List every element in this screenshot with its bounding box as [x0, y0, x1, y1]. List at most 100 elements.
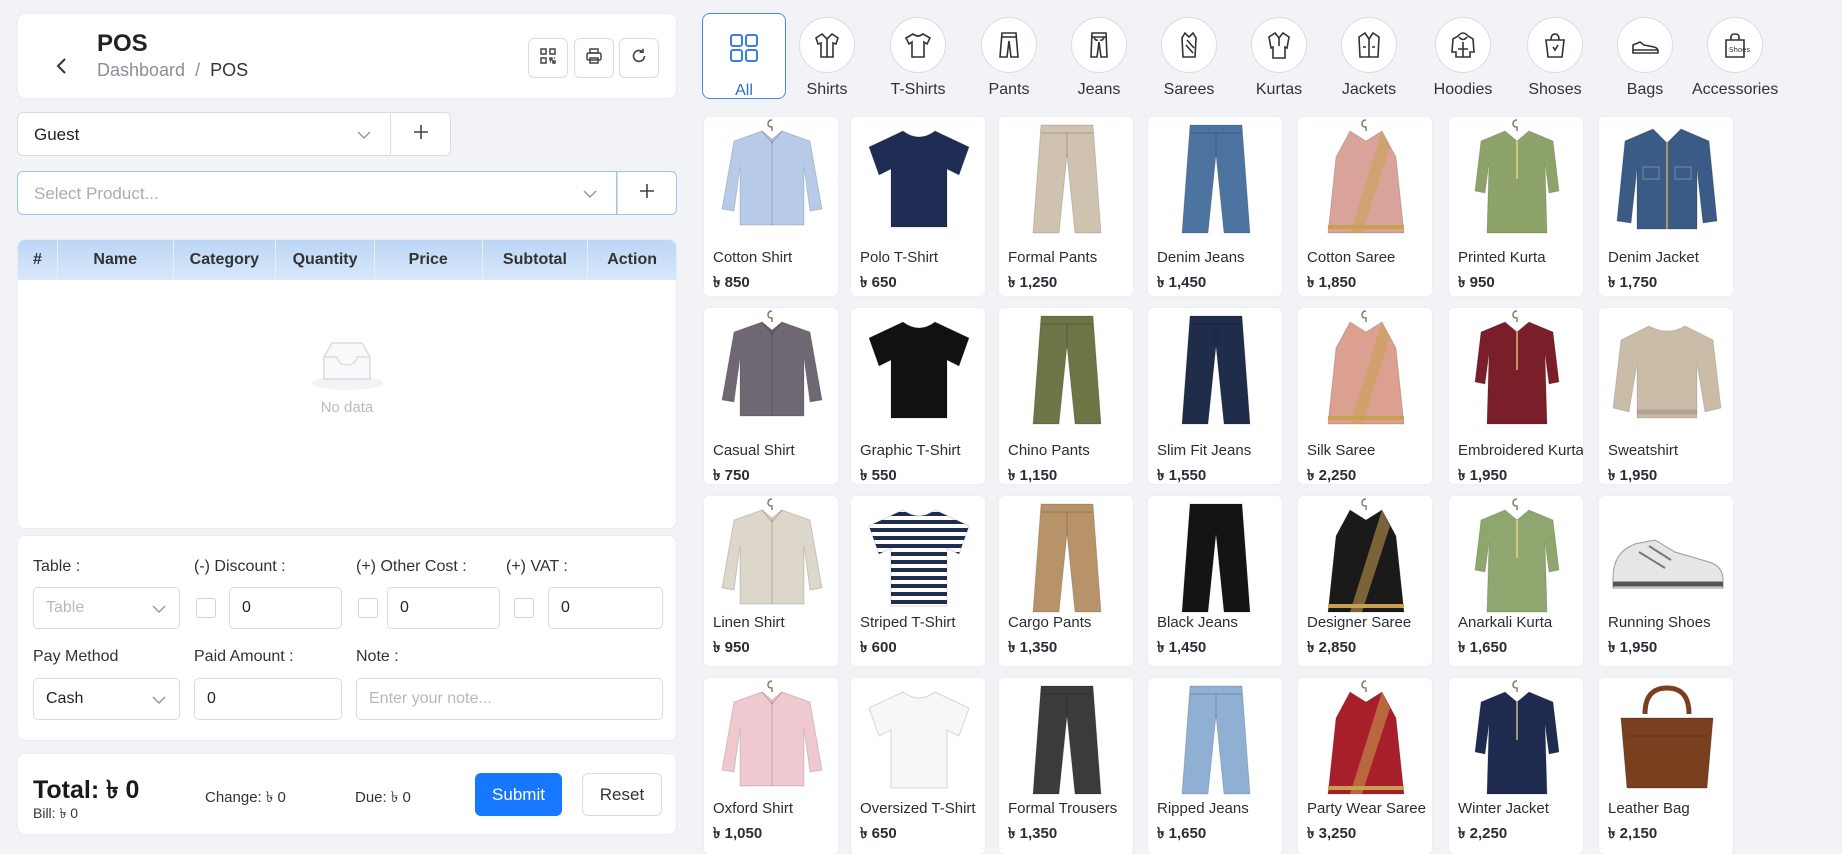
- customer-select-value: Guest: [34, 125, 80, 144]
- pay-method-select[interactable]: Cash: [33, 678, 180, 720]
- vat-input[interactable]: 0: [548, 587, 663, 629]
- product-card[interactable]: Chino Pants ৳ 1,150: [998, 307, 1134, 485]
- product-card[interactable]: Leather Bag ৳ 2,150: [1598, 677, 1734, 854]
- reset-button[interactable]: Reset: [582, 773, 662, 816]
- product-card[interactable]: Winter Jacket ৳ 2,250: [1448, 677, 1584, 854]
- product-card[interactable]: Sweatshirt ৳ 1,950: [1598, 307, 1734, 485]
- product-card[interactable]: Designer Saree ৳ 2,850: [1297, 495, 1433, 667]
- category-hoodies[interactable]: Hoodies: [1420, 13, 1506, 101]
- product-price: ৳ 1,850: [1307, 274, 1357, 291]
- product-image: [1298, 117, 1432, 237]
- product-image: [1599, 117, 1733, 237]
- product-card[interactable]: Graphic T-Shirt ৳ 550: [850, 307, 986, 485]
- product-name: Linen Shirt: [713, 614, 785, 631]
- pants-icon: [981, 17, 1037, 73]
- category-all[interactable]: All: [702, 13, 786, 99]
- product-card[interactable]: Embroidered Kurta ৳ 1,950: [1448, 307, 1584, 485]
- discount-input[interactable]: 0: [229, 587, 342, 629]
- qr-code-button[interactable]: [528, 38, 568, 78]
- product-card[interactable]: Printed Kurta ৳ 950: [1448, 116, 1584, 297]
- category-jackets[interactable]: Jackets: [1326, 13, 1412, 101]
- product-card[interactable]: Running Shoes ৳ 1,950: [1598, 495, 1734, 667]
- print-button[interactable]: [574, 38, 614, 78]
- refresh-button[interactable]: [619, 38, 659, 78]
- accessories-bag-icon: Shoes: [1707, 17, 1763, 73]
- category-jeans[interactable]: Jeans: [1056, 13, 1142, 101]
- product-image: [1298, 496, 1432, 613]
- product-select[interactable]: Select Product...: [17, 171, 617, 215]
- product-name: Denim Jacket: [1608, 249, 1699, 266]
- other-cost-label: (+) Other Cost :: [356, 558, 467, 575]
- product-name: Cotton Shirt: [713, 249, 793, 266]
- product-card[interactable]: Slim Fit Jeans ৳ 1,550: [1147, 307, 1283, 485]
- product-name: Running Shoes: [1608, 614, 1711, 631]
- category-t-shirts[interactable]: T-Shirts: [875, 13, 961, 101]
- product-price: ৳ 1,750: [1608, 274, 1658, 291]
- product-image: [1599, 496, 1733, 606]
- hoodie-icon: [1435, 17, 1491, 73]
- product-image: [1449, 496, 1583, 613]
- breadcrumb-dashboard[interactable]: Dashboard: [97, 60, 185, 80]
- product-price: ৳ 1,650: [1157, 825, 1207, 842]
- product-card[interactable]: Formal Pants ৳ 1,250: [998, 116, 1134, 297]
- product-card[interactable]: Polo T-Shirt ৳ 650: [850, 116, 986, 297]
- note-label: Note :: [356, 648, 399, 665]
- chevron-down-icon: [356, 127, 372, 143]
- product-card[interactable]: Oversized T-Shirt ৳ 650: [850, 677, 986, 854]
- product-card[interactable]: Cotton Saree ৳ 1,850: [1297, 116, 1433, 297]
- product-price: ৳ 1,150: [1008, 467, 1058, 484]
- product-card[interactable]: Denim Jeans ৳ 1,450: [1147, 116, 1283, 297]
- product-image: [704, 308, 838, 426]
- product-card[interactable]: Striped T-Shirt ৳ 600: [850, 495, 986, 667]
- product-card[interactable]: Black Jeans ৳ 1,450: [1147, 495, 1283, 667]
- note-input[interactable]: Enter your note...: [356, 678, 663, 720]
- grid-icon: [724, 28, 764, 68]
- customer-select[interactable]: Guest: [17, 112, 391, 156]
- discount-checkbox[interactable]: [196, 598, 216, 618]
- other-cost-input[interactable]: 0: [387, 587, 500, 629]
- printer-icon: [585, 47, 603, 70]
- submit-button[interactable]: Submit: [475, 773, 562, 816]
- product-image: [1449, 308, 1583, 426]
- product-name: Cargo Pants: [1008, 614, 1092, 631]
- product-card[interactable]: Anarkali Kurta ৳ 1,650: [1448, 495, 1584, 667]
- category-sarees[interactable]: Sarees: [1146, 13, 1232, 101]
- back-arrow-icon[interactable]: [50, 54, 74, 78]
- category-label: Accessories: [1692, 81, 1779, 98]
- product-price: ৳ 1,250: [1008, 274, 1058, 291]
- category-pants[interactable]: Pants: [966, 13, 1052, 101]
- add-product-button[interactable]: [617, 171, 677, 215]
- product-image: [851, 308, 985, 426]
- product-card[interactable]: Formal Trousers ৳ 1,350: [998, 677, 1134, 854]
- product-card[interactable]: Denim Jacket ৳ 1,750: [1598, 116, 1734, 297]
- product-card[interactable]: Silk Saree ৳ 2,250: [1297, 307, 1433, 485]
- plus-icon: [638, 182, 656, 205]
- category-shoses[interactable]: Shoses: [1512, 13, 1598, 101]
- product-card[interactable]: Cargo Pants ৳ 1,350: [998, 495, 1134, 667]
- product-card[interactable]: Ripped Jeans ৳ 1,650: [1147, 677, 1283, 854]
- product-card[interactable]: Party Wear Saree ৳ 3,250: [1297, 677, 1433, 854]
- table-select-placeholder: Table: [46, 599, 85, 616]
- category-kurtas[interactable]: Kurtas: [1236, 13, 1322, 101]
- product-card[interactable]: Linen Shirt ৳ 950: [703, 495, 839, 667]
- category-accessories[interactable]: Shoes Accessories: [1692, 13, 1778, 101]
- product-card[interactable]: Cotton Shirt ৳ 850: [703, 116, 839, 297]
- product-image: [704, 117, 838, 237]
- product-name: Winter Jacket: [1458, 800, 1549, 817]
- category-label: Pants: [988, 81, 1030, 98]
- vat-checkbox[interactable]: [514, 598, 534, 618]
- table-select[interactable]: Table: [33, 587, 180, 629]
- product-card[interactable]: Casual Shirt ৳ 750: [703, 307, 839, 485]
- product-image: [1298, 308, 1432, 426]
- kurta-icon: [1251, 17, 1307, 73]
- category-bags[interactable]: Bags: [1602, 13, 1688, 101]
- other-cost-checkbox[interactable]: [358, 598, 378, 618]
- category-shirts[interactable]: Shirts: [784, 13, 870, 101]
- paid-amount-input[interactable]: 0: [194, 678, 342, 720]
- product-card[interactable]: Oxford Shirt ৳ 1,050: [703, 677, 839, 854]
- category-label: Kurtas: [1255, 81, 1303, 98]
- category-label: Shoses: [1528, 81, 1582, 98]
- product-price: ৳ 950: [1458, 274, 1495, 291]
- add-customer-button[interactable]: [391, 112, 451, 156]
- column-header: Name: [58, 240, 174, 280]
